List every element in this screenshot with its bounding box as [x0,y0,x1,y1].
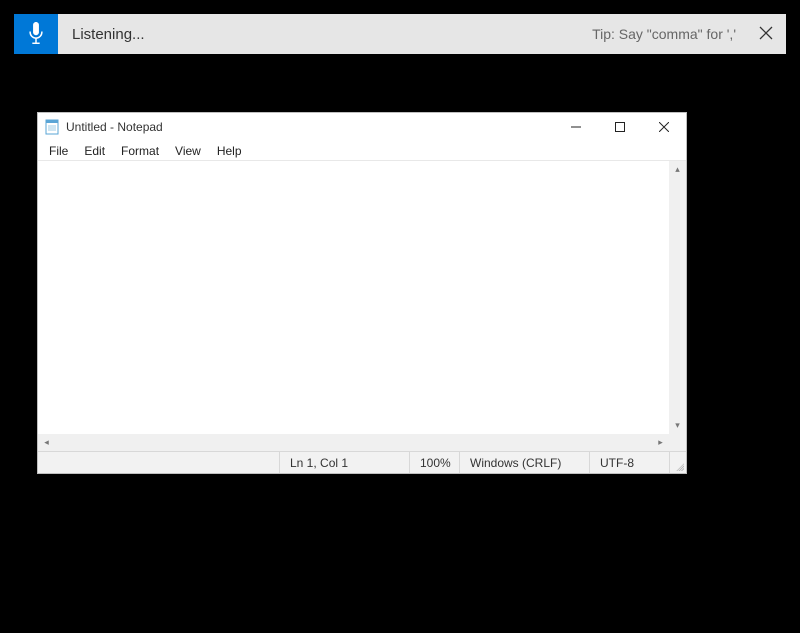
resize-grip[interactable] [669,452,686,473]
status-line-ending: Windows (CRLF) [459,452,589,473]
speech-close-button[interactable] [746,14,786,54]
scroll-right-button[interactable]: ▸ [652,434,669,451]
menu-bar: File Edit Format View Help [38,141,686,161]
close-icon [759,26,773,43]
status-position: Ln 1, Col 1 [279,452,409,473]
scroll-down-button[interactable]: ▾ [669,417,686,434]
text-editor[interactable] [38,161,669,434]
menu-view[interactable]: View [168,143,208,159]
speech-tip-text: Tip: Say "comma" for ',' [592,26,736,42]
microphone-icon [27,22,45,47]
menu-file[interactable]: File [42,143,75,159]
minimize-icon [571,120,581,135]
vertical-scrollbar[interactable]: ▴ ▾ [669,161,686,434]
menu-format[interactable]: Format [114,143,166,159]
window-title: Untitled - Notepad [66,120,163,134]
close-icon [659,120,669,135]
editor-area: ▴ ▾ [38,161,686,434]
speech-status-text: Listening... [72,26,145,43]
titlebar[interactable]: Untitled - Notepad [38,113,686,141]
status-bar: Ln 1, Col 1 100% Windows (CRLF) UTF-8 [38,451,686,473]
menu-help[interactable]: Help [210,143,249,159]
notepad-window: Untitled - Notepad File Edit Format View… [37,112,687,474]
maximize-icon [615,120,625,135]
scroll-left-button[interactable]: ◂ [38,434,55,451]
close-button[interactable] [642,113,686,141]
minimize-button[interactable] [554,113,598,141]
microphone-button[interactable] [14,14,58,54]
scroll-corner [669,434,686,451]
chevron-down-icon: ▾ [675,420,680,431]
chevron-up-icon: ▴ [675,164,680,175]
status-empty [38,452,279,473]
horizontal-scrollbar[interactable]: ◂ ▸ [38,434,686,451]
chevron-left-icon: ◂ [44,437,49,448]
menu-edit[interactable]: Edit [77,143,112,159]
scroll-up-button[interactable]: ▴ [669,161,686,178]
speech-bar: Listening... Tip: Say "comma" for ',' [14,14,786,54]
status-encoding: UTF-8 [589,452,669,473]
hscroll-track[interactable] [55,434,652,451]
status-zoom: 100% [409,452,459,473]
notepad-icon [44,119,60,135]
maximize-button[interactable] [598,113,642,141]
chevron-right-icon: ▸ [658,437,663,448]
